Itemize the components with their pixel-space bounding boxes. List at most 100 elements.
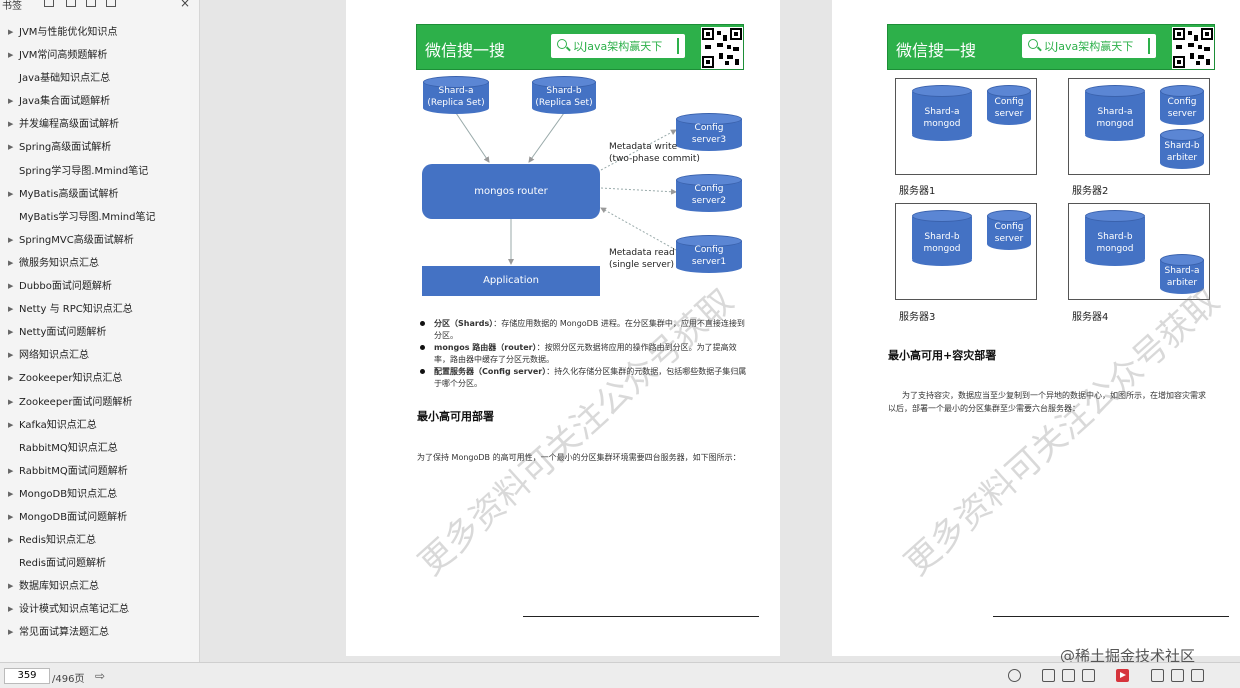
sidebar-bookmark-item[interactable]: ▶ Netty面试问题解析: [0, 321, 200, 344]
sidebar-bookmark-item[interactable]: ▶ 网络知识点汇总: [0, 344, 200, 367]
single-page-icon[interactable]: [1042, 669, 1055, 682]
metadata-read-note: Metadata read (single server): [609, 247, 675, 271]
sidebar-bookmark-label: 数据库知识点汇总: [19, 581, 99, 593]
sidebar-bookmark-label: 设计模式知识点笔记汇总: [19, 604, 129, 616]
pdf-page-left: 微信搜一搜 以Java架构赢天下 Shard-a (Replica Set) S…: [346, 0, 780, 656]
expand-arrow-icon[interactable]: ▶: [8, 344, 13, 367]
config-server1-cylinder: Config server1: [676, 235, 742, 273]
server1-shard-cylinder: Shard-a mongod: [912, 85, 972, 141]
sidebar-bookmark-item[interactable]: ▶ MongoDB面试问题解析: [0, 506, 200, 529]
server3-config-name: Config: [994, 222, 1024, 232]
server1-shard-role: mongod: [923, 119, 961, 129]
sidebar-bookmark-label: MyBatis学习导图.Mmind笔记: [19, 211, 156, 223]
server2-shard-cylinder: Shard-a mongod: [1085, 85, 1145, 141]
expand-arrow-icon[interactable]: ▶: [8, 391, 13, 414]
sidebar-bookmark-item[interactable]: ▶ MongoDB知识点汇总: [0, 483, 200, 506]
shard-b-cylinder: Shard-b (Replica Set): [532, 76, 596, 114]
sidebar-bookmark-label: MongoDB知识点汇总: [19, 488, 118, 500]
sidebar-bookmark-item[interactable]: ▶ SpringMVC高级面试解析: [0, 229, 200, 252]
sidebar-bookmark-item[interactable]: ▶ Dubbo面试问题解析: [0, 275, 200, 298]
sidebar-bookmark-item[interactable]: ▶ Zookeeper面试问题解析: [0, 391, 200, 414]
close-icon[interactable]: ×: [180, 0, 190, 10]
sidebar-bookmark-item[interactable]: ▶ Kafka知识点汇总: [0, 414, 200, 437]
continuous-page-icon[interactable]: [1062, 669, 1075, 682]
watermark-right: 更多资料可关注公众号获取: [897, 280, 1228, 584]
expand-arrow-icon[interactable]: ▶: [8, 44, 13, 67]
sidebar-bookmark-item[interactable]: Redis面试问题解析: [0, 552, 200, 575]
server2-shard-role: mongod: [1096, 119, 1134, 129]
metadata-read-title: Metadata read: [609, 248, 675, 258]
fullscreen-icon[interactable]: [1171, 669, 1184, 682]
sidebar-bookmark-item[interactable]: ▶ 常见面试算法题汇总: [0, 621, 200, 644]
sidebar-bookmark-item[interactable]: RabbitMQ知识点汇总: [0, 437, 200, 460]
metadata-write-note: Metadata write (two-phase commit): [609, 141, 700, 165]
sidebar-bookmark-item[interactable]: ▶ MyBatis高级面试解析: [0, 183, 200, 206]
expand-arrow-icon[interactable]: ▶: [8, 90, 13, 113]
footer-rule-right: [993, 616, 1229, 617]
fit-width-icon[interactable]: [1151, 669, 1164, 682]
section-paragraph-left: 为了保持 MongoDB 的高可用性，一个最小的分区集群环境需要四台服务器，如下…: [417, 453, 741, 462]
sidebar-bookmark-item[interactable]: ▶ Java集合面试题解析: [0, 90, 200, 113]
expand-arrow-icon[interactable]: ▶: [8, 529, 13, 552]
expand-arrow-icon[interactable]: ▶: [8, 298, 13, 321]
expand-arrow-icon[interactable]: ▶: [8, 621, 13, 644]
expand-arrow-icon[interactable]: ▶: [8, 229, 13, 252]
eye-care-icon[interactable]: [1008, 669, 1021, 682]
sidebar-bookmark-label: Redis面试问题解析: [19, 558, 106, 570]
zoom-icon[interactable]: [1191, 669, 1204, 682]
expand-arrow-icon[interactable]: ▶: [8, 183, 13, 206]
expand-arrow-icon[interactable]: ▶: [8, 598, 13, 621]
sidebar-bookmark-label: JVM常问高频题解析: [19, 50, 108, 62]
sidebar-bookmark-label: Java基础知识点汇总: [19, 73, 111, 85]
footer-rule-left: [523, 616, 759, 617]
sidebar-bookmark-item[interactable]: Spring学习导图.Mmind笔记: [0, 160, 200, 183]
sidebar-bookmark-item[interactable]: ▶ 并发编程高级面试解析: [0, 113, 200, 136]
page-icon[interactable]: [86, 0, 96, 7]
expand-arrow-icon[interactable]: ▶: [8, 367, 13, 390]
sidebar-bookmark-label: Java集合面试题解析: [19, 96, 111, 108]
sidebar-bookmark-item[interactable]: ▶ Redis知识点汇总: [0, 529, 200, 552]
server1-config-cylinder: Config server: [987, 85, 1031, 125]
expand-arrow-icon[interactable]: ▶: [8, 414, 13, 437]
sidebar-bookmark-item[interactable]: ▶ 数据库知识点汇总: [0, 575, 200, 598]
expand-arrow-icon[interactable]: ▶: [8, 575, 13, 598]
bookmark-icon[interactable]: [44, 0, 54, 7]
sidebar-bookmark-item[interactable]: ▶ Zookeeper知识点汇总: [0, 367, 200, 390]
server3-shard-cylinder: Shard-b mongod: [912, 210, 972, 266]
sidebar-bookmark-item[interactable]: ▶ JVM与性能优化知识点: [0, 21, 200, 44]
sidebar-bookmark-label: MongoDB面试问题解析: [19, 511, 128, 523]
sidebar-bookmark-label: 微服务知识点汇总: [19, 257, 99, 269]
play-icon[interactable]: [1116, 669, 1129, 682]
server1-config-role: server: [994, 109, 1024, 119]
server4-arbiter-name: Shard-a: [1164, 266, 1200, 276]
thumbnail-icon[interactable]: [66, 0, 76, 7]
sidebar-bookmark-item[interactable]: ▶ RabbitMQ面试问题解析: [0, 460, 200, 483]
sidebar-bookmark-item[interactable]: ▶ Netty 与 RPC知识点汇总: [0, 298, 200, 321]
expand-arrow-icon[interactable]: ▶: [8, 136, 13, 159]
expand-arrow-icon[interactable]: ▶: [8, 275, 13, 298]
layer-icon[interactable]: [106, 0, 116, 7]
server2-config-cylinder: Config server: [1160, 85, 1204, 125]
expand-arrow-icon[interactable]: ▶: [8, 21, 13, 44]
sidebar-bookmark-label: Spring学习导图.Mmind笔记: [19, 165, 149, 177]
expand-arrow-icon[interactable]: ▶: [8, 113, 13, 136]
double-page-icon[interactable]: [1082, 669, 1095, 682]
sidebar-bookmark-item[interactable]: ▶ 微服务知识点汇总: [0, 252, 200, 275]
expand-arrow-icon[interactable]: ▶: [8, 321, 13, 344]
expand-arrow-icon[interactable]: ▶: [8, 506, 13, 529]
expand-arrow-icon[interactable]: ▶: [8, 460, 13, 483]
sidebar-bookmark-label: Dubbo面试问题解析: [19, 281, 112, 293]
expand-arrow-icon[interactable]: ▶: [8, 252, 13, 275]
sidebar-bookmark-label: MyBatis高级面试解析: [19, 188, 119, 200]
sidebar-bookmark-item[interactable]: MyBatis学习导图.Mmind笔记: [0, 206, 200, 229]
sidebar-bookmark-item[interactable]: Java基础知识点汇总: [0, 67, 200, 90]
expand-arrow-icon[interactable]: ▶: [8, 483, 13, 506]
goto-page-icon[interactable]: ⇨: [95, 669, 105, 683]
sidebar-bookmark-item[interactable]: ▶ 设计模式知识点笔记汇总: [0, 598, 200, 621]
sidebar-bookmark-item[interactable]: ▶ JVM常问高频题解析: [0, 44, 200, 67]
page-number-input[interactable]: 359: [4, 668, 50, 684]
shard-a-cylinder: Shard-a (Replica Set): [423, 76, 489, 114]
sidebar-bookmark-item[interactable]: ▶ Spring高级面试解析: [0, 136, 200, 159]
server3-shard-role: mongod: [923, 244, 961, 254]
server2-config-name: Config: [1167, 97, 1197, 107]
